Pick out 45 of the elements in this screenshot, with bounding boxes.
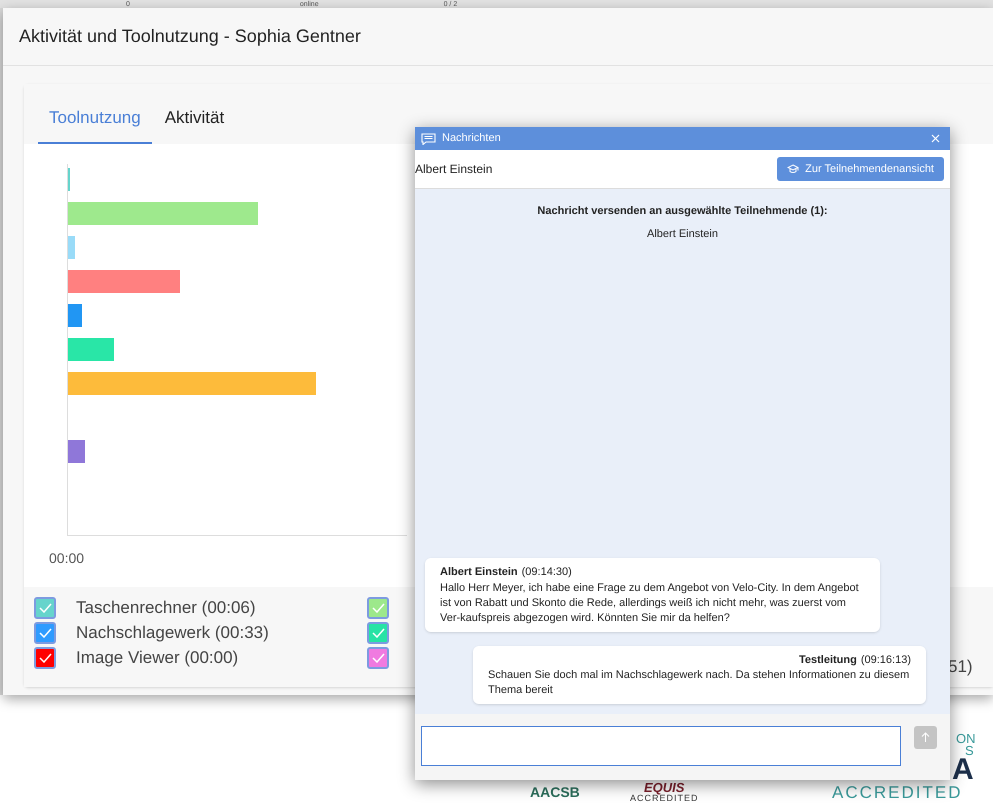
message-time: (09:14:30) xyxy=(522,565,572,580)
legend-checkbox[interactable] xyxy=(367,647,389,669)
chart-bar xyxy=(68,304,82,327)
logo-text: ACCREDITED xyxy=(832,784,963,801)
chat-title: Nachrichten xyxy=(442,131,502,146)
chart-bar xyxy=(68,236,75,259)
notice-text: Nachricht versenden an ausgewählte Teilnehmende (1): xyxy=(536,204,829,219)
notice-name: Albert Einstein xyxy=(646,226,719,242)
message-text: Schauen Sie doch mal im Nachschlagewerk nach. Da stehen Informationen zu diesem Thema bereit xyxy=(488,668,910,698)
legend-checkbox[interactable] xyxy=(367,622,389,644)
check-icon xyxy=(372,628,384,638)
check-icon xyxy=(38,653,52,663)
legend-checkbox[interactable] xyxy=(34,597,56,619)
dialog-title: Aktivität und Toolnutzung - Sophia Gentner xyxy=(19,25,361,48)
check-icon xyxy=(372,603,384,613)
logo-text: S xyxy=(965,744,974,757)
axis-tick-label: 00:00 xyxy=(49,549,84,568)
check-icon xyxy=(38,603,52,613)
message-input[interactable] xyxy=(421,726,901,766)
legend-checkbox[interactable] xyxy=(34,647,56,669)
recipient-name: Albert Einstein xyxy=(415,161,492,178)
close-icon xyxy=(931,134,940,143)
legend-label: Image Viewer (00:00) xyxy=(76,647,238,670)
up-arrow-icon xyxy=(921,732,930,743)
participant-view-button[interactable]: Zur Teilnehmendenansicht xyxy=(777,157,944,181)
chat-bubble-icon xyxy=(421,132,436,144)
legend-label: Taschenrechner (00:06) xyxy=(76,597,256,620)
message-text: Hallo Herr Meyer, ich habe eine Frage zu dem Angebot von Velo-City. In dem Angebot ist von Rabatt und Skonto die Rede, allerdings weiß ich nicht mehr, was zuerst vom Ver-kaufspreis abgezogen wird. Könnten Sie mir da helfen? xyxy=(440,580,860,626)
logo-text: ON xyxy=(956,732,976,745)
chart-bar xyxy=(68,440,85,463)
legend-checkbox[interactable] xyxy=(367,597,389,619)
check-icon xyxy=(38,628,52,638)
logo-text: ACCREDITED xyxy=(630,794,699,803)
logo-text: EQUIS xyxy=(644,781,684,794)
legend-checkbox[interactable] xyxy=(34,622,56,644)
message-time: (09:16:13) xyxy=(860,652,911,668)
message-sender: Testleitung xyxy=(798,652,857,668)
tab[interactable]: Aktivität xyxy=(154,104,236,144)
chart-bar xyxy=(68,338,114,361)
check-icon xyxy=(372,653,384,663)
logo-text: A xyxy=(952,759,974,781)
logo-text: AACSB xyxy=(530,785,580,799)
legend-label: Nachschlagewerk (00:33) xyxy=(76,622,269,644)
message-sender: Albert Einstein xyxy=(440,565,518,580)
graduation-cap-icon xyxy=(787,164,800,174)
